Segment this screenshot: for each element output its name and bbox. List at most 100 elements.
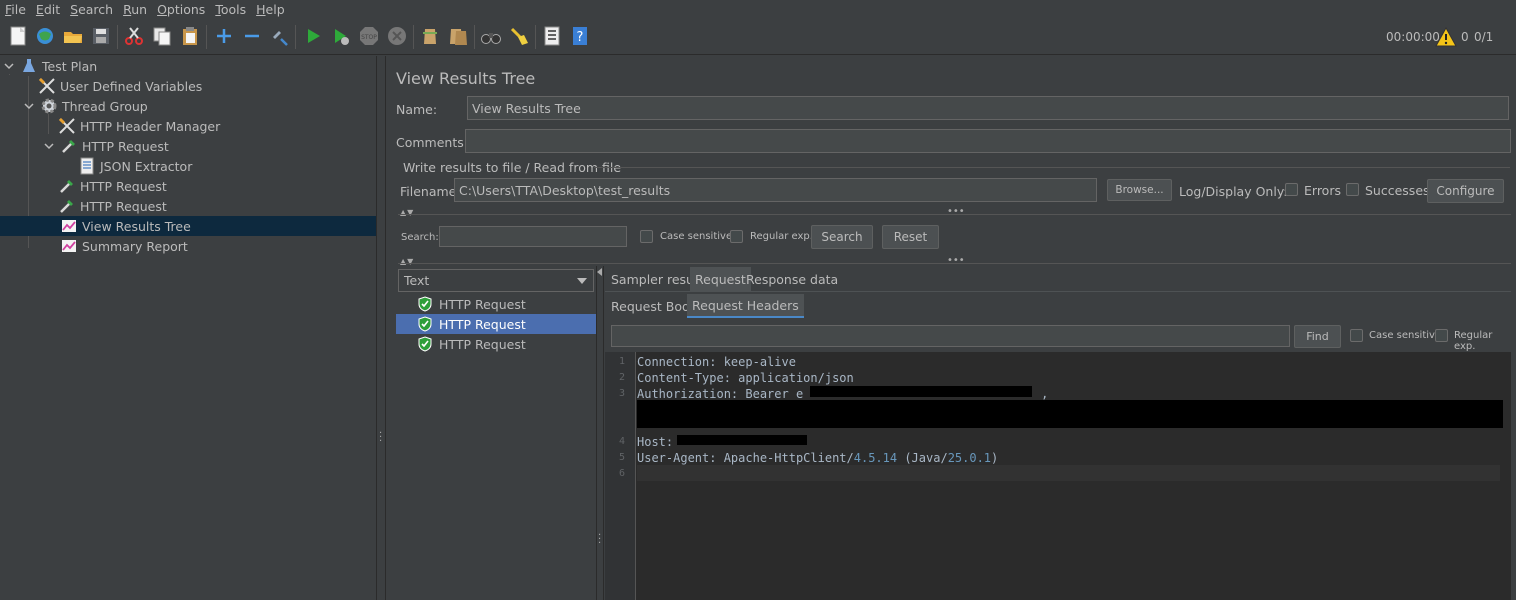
file-section-label: Write results to file / Read from file <box>403 160 622 175</box>
broom-icon[interactable] <box>507 24 531 48</box>
clear-all-icon[interactable] <box>446 24 470 48</box>
binoculars-icon[interactable] <box>479 24 503 48</box>
menu-search[interactable]: Search <box>65 0 118 19</box>
line-number: 4 <box>618 436 625 447</box>
clear-icon[interactable] <box>418 24 442 48</box>
menu-help[interactable]: Help <box>251 0 290 19</box>
shutdown-icon[interactable] <box>385 24 409 48</box>
stop-icon[interactable]: STOP <box>357 24 381 48</box>
tab-request-headers[interactable]: Request Headers <box>687 294 804 318</box>
browse-button[interactable]: Browse... <box>1107 179 1172 201</box>
chevron-down-icon[interactable] <box>42 139 56 153</box>
code-line: User-Agent: Apache-HttpClient/4.5.14 (Ja… <box>637 451 999 465</box>
chevron-down-icon[interactable] <box>577 278 587 284</box>
line-number: 3 <box>618 388 625 399</box>
menu-edit[interactable]: Edit <box>31 0 65 19</box>
splitter-handle-icon[interactable]: · · · <box>598 531 601 549</box>
copy-icon[interactable] <box>150 24 174 48</box>
menu-run[interactable]: Run <box>118 0 152 19</box>
warning-icon[interactable] <box>1435 26 1457 47</box>
wrench-icon <box>58 117 76 135</box>
menu-tools[interactable]: Tools <box>210 0 251 19</box>
new-icon[interactable] <box>6 24 30 48</box>
chevron-down-icon[interactable] <box>2 59 16 73</box>
search-button[interactable]: Search <box>811 225 873 249</box>
view-results-tree-panel: View Results Tree Name: View Results Tre… <box>386 56 1516 600</box>
line-number: 6 <box>618 468 625 479</box>
collapse-left-icon[interactable] <box>597 268 602 276</box>
tree-item-label: View Results Tree <box>82 218 191 234</box>
splitter-handle-icon[interactable]: · · · <box>379 429 382 447</box>
tree-item-label: HTTP Request <box>82 138 169 154</box>
pipette-icon <box>58 177 76 195</box>
line-number: 1 <box>618 356 625 367</box>
tree-item-label: JSON Extractor <box>100 158 193 174</box>
find-regex-checkbox[interactable] <box>1435 329 1448 342</box>
tree-item-user-defined-variables[interactable]: User Defined Variables <box>38 76 202 96</box>
toggle-icon[interactable] <box>268 24 292 48</box>
errors-checkbox[interactable] <box>1285 183 1298 196</box>
search-input[interactable] <box>439 226 627 247</box>
help-icon[interactable]: ? <box>568 24 592 48</box>
renderer-select[interactable]: Text <box>398 269 594 292</box>
regex-checkbox[interactable] <box>730 230 743 243</box>
comments-field[interactable] <box>465 129 1511 153</box>
tree-item-http-request[interactable]: HTTP Request <box>42 136 169 156</box>
start-icon[interactable] <box>301 24 325 48</box>
configure-button[interactable]: Configure <box>1427 179 1504 203</box>
wrench-icon <box>38 77 56 95</box>
result-item[interactable]: HTTP Request <box>396 334 596 354</box>
tree-item-http-header-manager[interactable]: HTTP Header Manager <box>58 116 220 136</box>
results-splitter[interactable] <box>596 266 604 600</box>
menu-bar: File Edit Search Run Options Tools Help <box>0 0 1516 19</box>
tree-item-view-results-tree[interactable]: View Results Tree <box>0 216 376 236</box>
menu-file[interactable]: File <box>0 0 31 19</box>
case-sensitive-checkbox[interactable] <box>640 230 653 243</box>
pipette-icon <box>60 137 78 155</box>
find-input[interactable] <box>611 325 1290 347</box>
tree-item-json-extractor[interactable]: JSON Extractor <box>78 156 192 176</box>
main-splitter[interactable] <box>377 56 386 600</box>
tree-item-label: Summary Report <box>82 238 188 254</box>
tree-item-http-request[interactable]: HTTP Request <box>58 196 167 216</box>
save-icon[interactable] <box>89 24 113 48</box>
paste-icon[interactable] <box>178 24 202 48</box>
result-item-label: HTTP Request <box>439 316 526 332</box>
splitter-handle-icon[interactable]: ••• <box>947 206 965 217</box>
find-button[interactable]: Find <box>1294 325 1341 348</box>
collapse-arrows-icon[interactable]: ▲▼ <box>400 257 414 266</box>
error-count: 0 <box>1461 30 1469 44</box>
start-no-timers-icon[interactable] <box>329 24 353 48</box>
cut-icon[interactable] <box>122 24 146 48</box>
result-item[interactable]: HTTP Request <box>396 294 596 314</box>
code-line: Host: <box>637 435 681 449</box>
successes-checkbox[interactable] <box>1346 183 1359 196</box>
collapse-icon[interactable] <box>240 24 264 48</box>
tab-response-data[interactable]: Response data <box>741 267 843 291</box>
request-headers-editor[interactable]: 1 2 3 4 5 6 Connection: keep-alive Conte… <box>605 352 1511 600</box>
result-item-label: HTTP Request <box>439 336 526 352</box>
line-number-gutter: 1 2 3 4 5 6 <box>605 352 636 600</box>
success-shield-icon <box>418 296 432 312</box>
find-case-sensitive-checkbox[interactable] <box>1350 329 1363 342</box>
name-field[interactable]: View Results Tree <box>467 96 1509 120</box>
result-item[interactable]: HTTP Request <box>396 314 596 334</box>
templates-icon[interactable] <box>33 24 57 48</box>
expand-icon[interactable] <box>212 24 236 48</box>
open-icon[interactable] <box>61 24 85 48</box>
tree-item-label: User Defined Variables <box>60 78 203 94</box>
menu-options[interactable]: Options <box>152 0 210 19</box>
graph-icon <box>60 217 78 235</box>
comments-label: Comments: <box>396 135 468 150</box>
tree-item-label: HTTP Request <box>80 198 167 214</box>
tree-item-test-plan[interactable]: Test Plan <box>2 56 97 76</box>
splitter-handle-icon[interactable]: ••• <box>947 255 965 266</box>
collapse-arrows-icon[interactable]: ▲▼ <box>400 208 414 217</box>
tree-item-http-request[interactable]: HTTP Request <box>58 176 167 196</box>
reset-button[interactable]: Reset <box>882 225 939 249</box>
filename-field[interactable]: C:\Users\TTA\Desktop\test_results <box>454 178 1097 202</box>
function-helper-icon[interactable] <box>540 24 564 48</box>
tree-item-thread-group[interactable]: Thread Group <box>22 96 148 116</box>
tree-item-summary-report[interactable]: Summary Report <box>60 236 188 256</box>
chevron-down-icon[interactable] <box>22 99 36 113</box>
